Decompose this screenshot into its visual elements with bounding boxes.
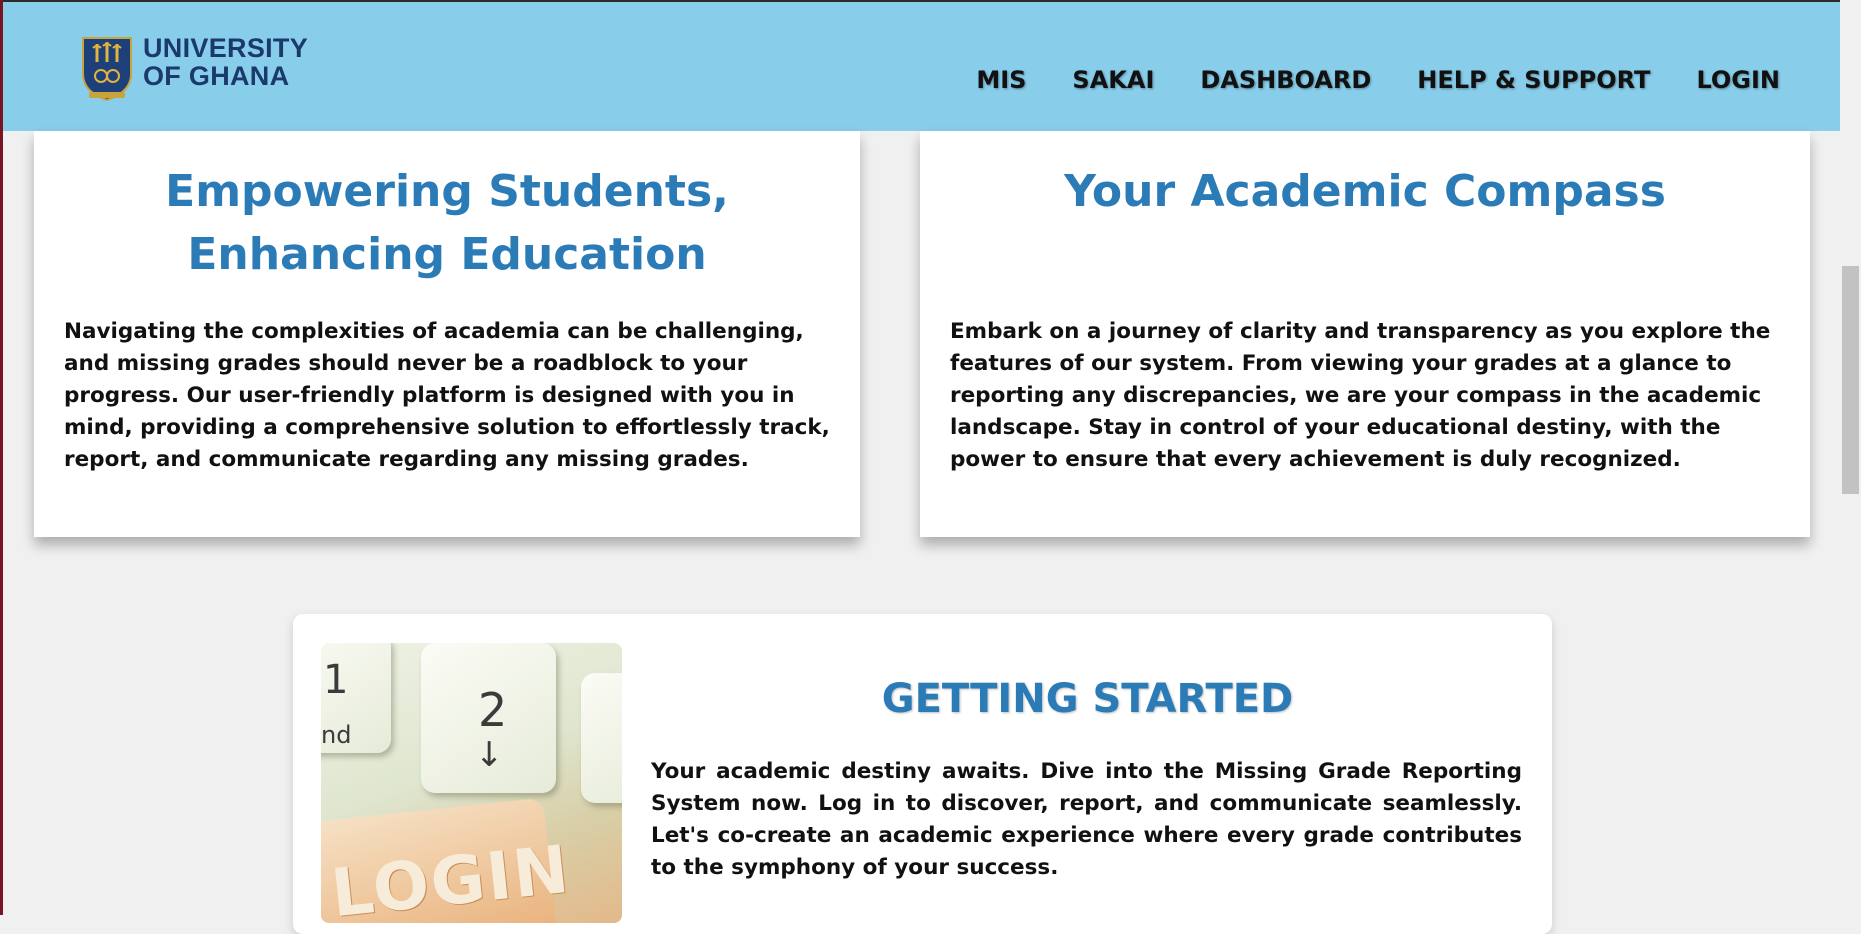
nav-link-login[interactable]: LOGIN (1696, 66, 1780, 94)
feature-card-empowering: Empowering Students, Enhancing Education… (34, 131, 860, 537)
keyboard-login-image: 1 nd 2 ↓ LOGIN (321, 643, 622, 923)
logo-line-2: OF GHANA (143, 61, 290, 91)
nav-link-mis[interactable]: MIS (976, 66, 1026, 94)
card-title: Empowering Students, Enhancing Education (165, 166, 729, 280)
window-left-edge (0, 0, 3, 915)
logo-wordmark: UNIVERSITY OF GHANA (143, 34, 308, 90)
main-nav: MIS SAKAI DASHBOARD HELP & SUPPORT LOGIN (930, 66, 1780, 94)
card-body: Navigating the complexities of academia … (64, 319, 830, 472)
key-label-2: 2 (478, 683, 508, 737)
getting-started-title: GETTING STARTED (881, 676, 1294, 722)
university-logo[interactable]: UNIVERSITY OF GHANA (79, 34, 308, 102)
keyboard-key-3 (581, 673, 622, 803)
page-scrollbar[interactable] (1840, 0, 1861, 915)
card-title: Your Academic Compass (1064, 166, 1666, 217)
getting-started-section: 1 nd 2 ↓ LOGIN GETTING STARTED Your acad… (293, 614, 1552, 934)
nav-link-sakai[interactable]: SAKAI (1072, 66, 1154, 94)
logo-line-1: UNIVERSITY (143, 33, 309, 63)
feature-card-compass: Your Academic Compass Embark on a journe… (920, 131, 1810, 537)
key-label-nd: nd (321, 721, 352, 749)
card-body: Embark on a journey of clarity and trans… (950, 319, 1771, 472)
getting-started-body: Your academic destiny awaits. Dive into … (651, 759, 1522, 880)
university-crest-icon (82, 37, 132, 102)
site-header: UNIVERSITY OF GHANA MIS SAKAI DASHBOARD … (3, 0, 1840, 131)
key-label-1: 1 (323, 657, 349, 703)
scrollbar-thumb[interactable] (1842, 266, 1859, 494)
nav-link-dashboard[interactable]: DASHBOARD (1200, 66, 1371, 94)
nav-link-help-support[interactable]: HELP & SUPPORT (1417, 66, 1650, 94)
key-label-arrow: ↓ (475, 735, 504, 775)
